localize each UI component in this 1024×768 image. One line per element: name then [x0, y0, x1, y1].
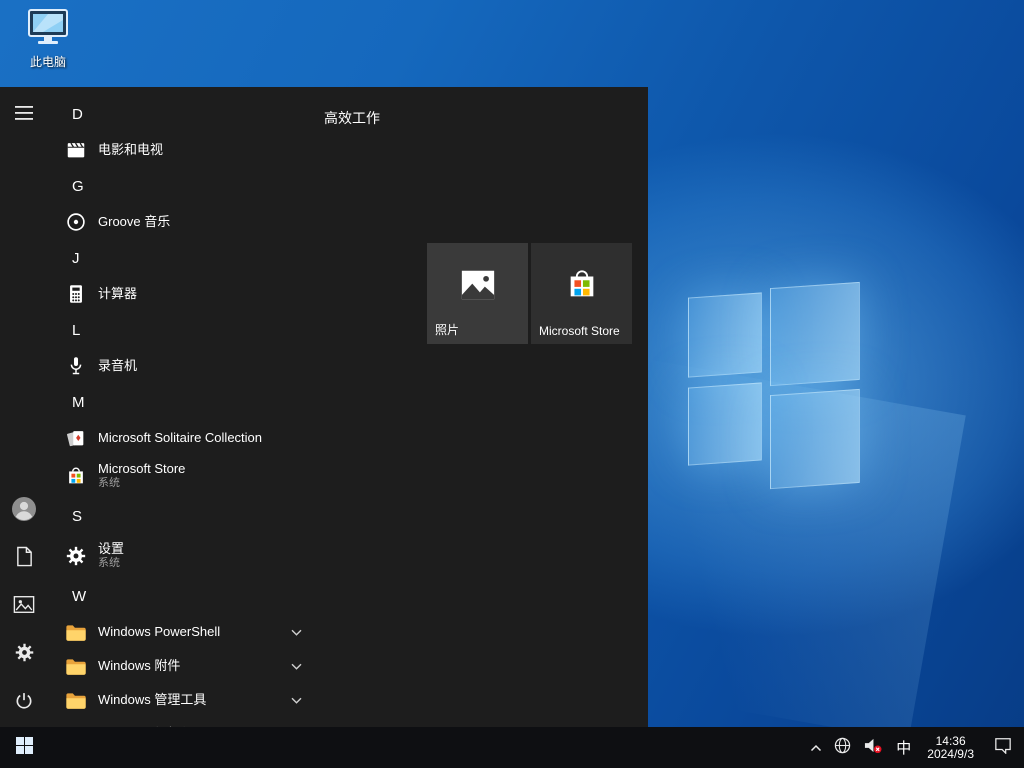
tile-microsoft-store[interactable]: Microsoft Store	[531, 243, 632, 344]
app-list: D 电影和电视 G Groove 音乐	[48, 87, 324, 727]
document-icon	[15, 546, 34, 572]
section-letter: W	[72, 588, 86, 605]
action-center-icon	[994, 737, 1012, 759]
microphone-icon	[64, 354, 88, 378]
photos-icon	[459, 266, 497, 304]
section-letter: L	[72, 322, 80, 339]
app-list-letter-w[interactable]: W	[48, 577, 324, 615]
network-status-button[interactable]	[828, 727, 857, 768]
app-item-settings[interactable]: 设置 系统	[48, 535, 324, 577]
movies-tv-icon	[64, 138, 88, 162]
pictures-button[interactable]	[0, 583, 48, 631]
system-tray: 中 14:36 2024/9/3	[804, 727, 1024, 768]
windows-logo-pane	[688, 382, 762, 465]
app-item-subtitle: 系统	[98, 557, 124, 570]
windows-logo-wallpaper	[648, 240, 1024, 520]
app-list-letter-g[interactable]: G	[48, 167, 324, 205]
expand-menu-button[interactable]	[0, 91, 48, 139]
chevron-down-icon[interactable]	[291, 663, 302, 670]
user-account-button[interactable]	[0, 487, 48, 535]
rail-bottom-group	[0, 487, 48, 727]
tray-expand-button[interactable]	[804, 727, 828, 768]
app-list-letter-l[interactable]: L	[48, 311, 324, 349]
app-group-windows-powershell[interactable]: Windows PowerShell	[48, 615, 324, 649]
desktop-icon-this-pc[interactable]: 此电脑	[10, 8, 86, 70]
tile-area: 高效工作 照片	[324, 87, 648, 727]
app-group-windows-accessories[interactable]: Windows 附件	[48, 649, 324, 683]
tile-group-title[interactable]: 高效工作	[324, 108, 380, 128]
microsoft-store-icon	[64, 464, 88, 488]
action-center-button[interactable]	[982, 727, 1024, 768]
ime-indicator[interactable]: 中	[888, 727, 919, 768]
section-letter: G	[72, 178, 84, 195]
windows-logo-icon	[16, 737, 33, 759]
app-item-solitaire[interactable]: Microsoft Solitaire Collection	[48, 421, 324, 455]
pictures-icon	[13, 595, 35, 619]
this-pc-icon	[26, 8, 70, 51]
taskbar-clock[interactable]: 14:36 2024/9/3	[919, 727, 982, 768]
taskbar: 中 14:36 2024/9/3	[0, 727, 1024, 768]
app-item-microsoft-store[interactable]: Microsoft Store 系统	[48, 455, 324, 497]
tile-photos[interactable]: 照片	[427, 243, 528, 344]
app-item-voice-recorder[interactable]: 录音机	[48, 349, 324, 383]
app-item-label: Groove 音乐	[98, 215, 170, 230]
app-item-groove-music[interactable]: Groove 音乐	[48, 205, 324, 239]
app-list-letter-m[interactable]: M	[48, 383, 324, 421]
settings-gear-icon	[64, 544, 88, 568]
app-list-letter-j[interactable]: J	[48, 239, 324, 277]
folder-icon	[64, 688, 88, 712]
volume-muted-icon	[863, 737, 882, 759]
clock-time: 14:36	[936, 735, 966, 748]
hamburger-icon	[15, 106, 33, 125]
user-avatar-icon	[11, 496, 37, 527]
windows-logo-pane	[688, 292, 762, 377]
groove-music-icon	[64, 210, 88, 234]
tile-label: 照片	[435, 321, 459, 338]
folder-icon	[64, 654, 88, 678]
clock-date: 2024/9/3	[927, 748, 974, 761]
section-letter: M	[72, 394, 85, 411]
start-menu-rail	[0, 87, 48, 727]
chevron-down-icon[interactable]	[291, 629, 302, 636]
chevron-up-icon	[810, 739, 822, 757]
start-menu: D 电影和电视 G Groove 音乐	[0, 87, 648, 727]
tile-grid: 照片 Microsoft Store	[427, 243, 648, 344]
calculator-icon	[64, 282, 88, 306]
power-icon	[14, 691, 34, 716]
start-button[interactable]	[0, 727, 48, 768]
app-item-label: 设置	[98, 542, 124, 557]
chevron-down-icon[interactable]	[291, 697, 302, 704]
app-item-label: 计算器	[98, 287, 137, 302]
app-group-windows-ease-of-access[interactable]: Windows 轻松使用	[48, 717, 324, 727]
app-item-label: Windows PowerShell	[98, 625, 220, 640]
gear-icon	[14, 642, 35, 668]
documents-button[interactable]	[0, 535, 48, 583]
settings-button[interactable]	[0, 631, 48, 679]
microsoft-store-icon	[565, 268, 599, 302]
globe-network-icon	[834, 737, 851, 759]
app-item-label: Microsoft Solitaire Collection	[98, 431, 262, 446]
windows-logo-pane	[770, 282, 860, 386]
app-list-letter-d[interactable]: D	[48, 95, 324, 133]
section-letter: D	[72, 106, 83, 123]
tile-label: Microsoft Store	[539, 324, 620, 338]
app-item-label: Microsoft Store	[98, 462, 185, 477]
app-list-letter-s[interactable]: S	[48, 497, 324, 535]
app-item-label: 电影和电视	[98, 143, 163, 158]
app-item-movies-tv[interactable]: 电影和电视	[48, 133, 324, 167]
windows-logo-pane	[770, 389, 860, 489]
section-letter: S	[72, 508, 82, 525]
this-pc-label: 此电脑	[30, 53, 66, 70]
power-button[interactable]	[0, 679, 48, 727]
solitaire-icon	[64, 426, 88, 450]
app-item-calculator[interactable]: 计算器	[48, 277, 324, 311]
app-item-label: 录音机	[98, 359, 137, 374]
app-item-label: Windows 管理工具	[98, 693, 206, 708]
section-letter: J	[72, 250, 80, 267]
app-item-label: Windows 附件	[98, 659, 180, 674]
folder-icon	[64, 620, 88, 644]
app-group-windows-admin-tools[interactable]: Windows 管理工具	[48, 683, 324, 717]
app-item-subtitle: 系统	[98, 477, 185, 490]
volume-button[interactable]	[857, 727, 888, 768]
